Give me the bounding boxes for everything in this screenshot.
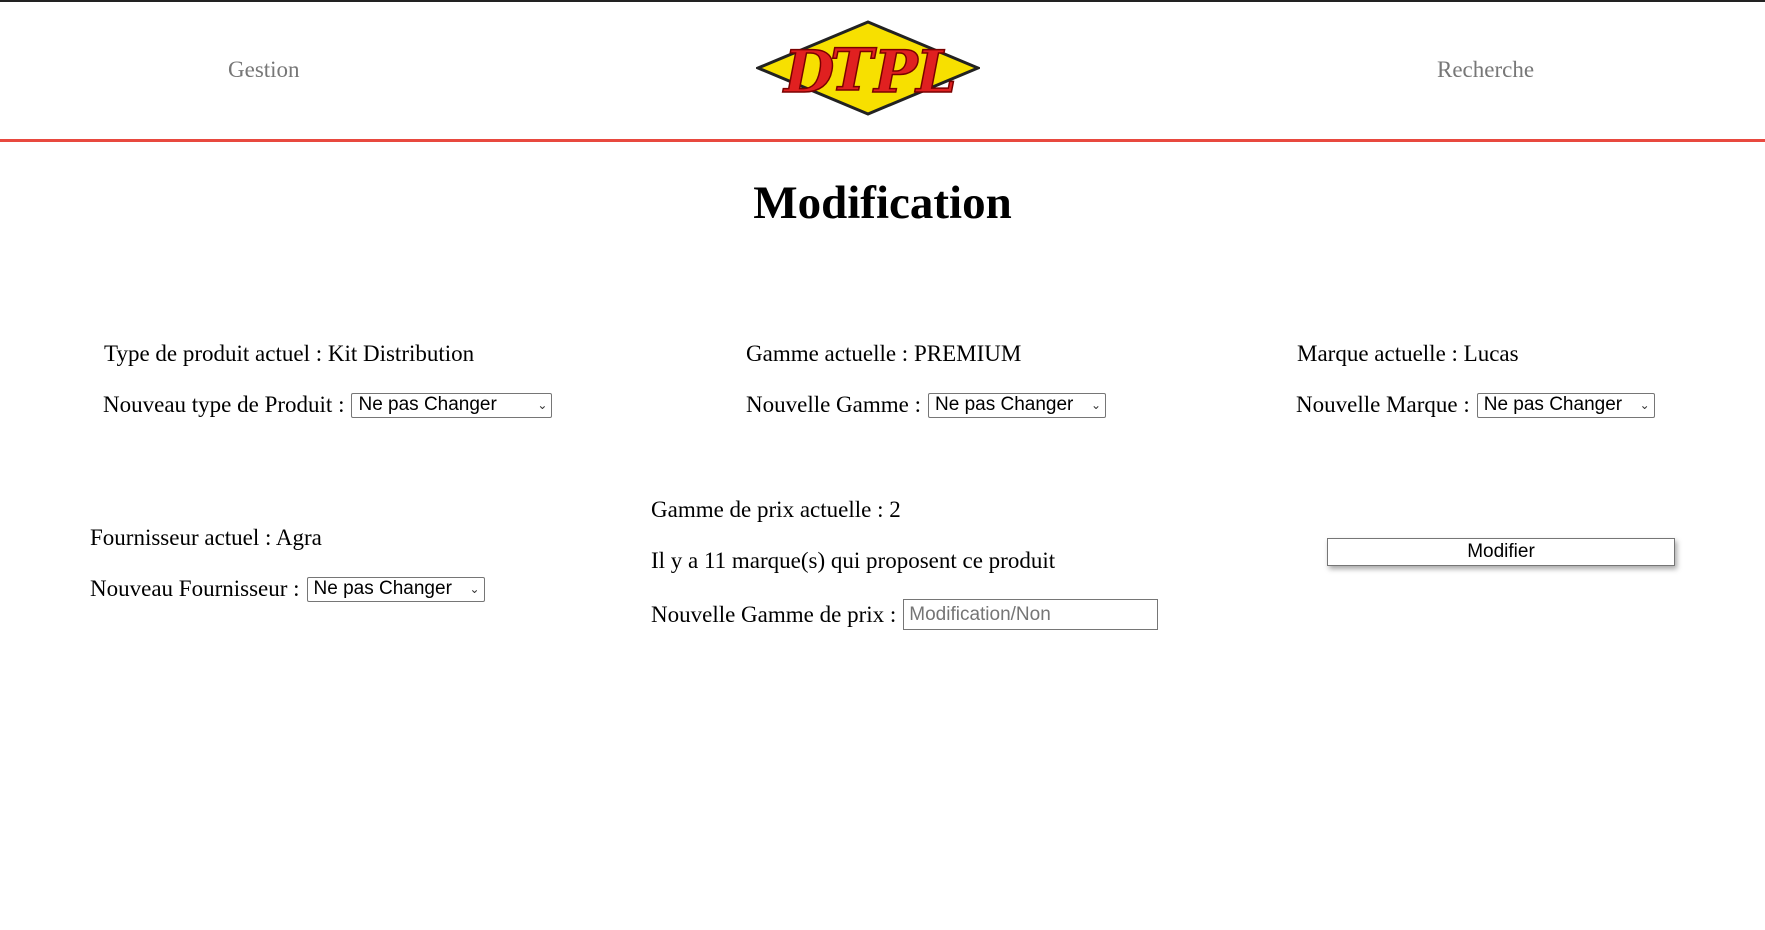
header: Gestion D T P L Recherche bbox=[0, 2, 1765, 142]
svg-text:L: L bbox=[914, 38, 957, 106]
gamme-select-value: Ne pas Changer bbox=[935, 394, 1074, 415]
fournisseur-select[interactable]: Ne pas Changer ⌄ bbox=[306, 576, 485, 602]
price-range-field: Nouvelle Gamme de prix : bbox=[651, 599, 1159, 630]
svg-text:T: T bbox=[830, 36, 877, 104]
chevron-down-icon: ⌄ bbox=[537, 398, 548, 412]
current-gamme: Gamme actuelle : PREMIUM bbox=[746, 341, 1022, 366]
gamme-select[interactable]: Ne pas Changer ⌄ bbox=[928, 392, 1107, 418]
product-type-select[interactable]: Ne pas Changer ⌄ bbox=[351, 392, 553, 418]
current-price-range: Gamme de prix actuelle : 2 bbox=[651, 497, 901, 522]
marque-select[interactable]: Ne pas Changer ⌄ bbox=[1476, 392, 1655, 418]
chevron-down-icon: ⌄ bbox=[469, 582, 480, 596]
gamme-field: Nouvelle Gamme : Ne pas Changer ⌄ bbox=[746, 392, 1107, 418]
price-range-input[interactable] bbox=[903, 599, 1159, 630]
current-fournisseur: Fournisseur actuel : Agra bbox=[90, 525, 322, 550]
modifier-button[interactable]: Modifier bbox=[1327, 538, 1675, 566]
fournisseur-label: Nouveau Fournisseur : bbox=[90, 576, 300, 601]
current-product-type: Type de produit actuel : Kit Distributio… bbox=[104, 341, 475, 366]
chevron-down-icon: ⌄ bbox=[1090, 398, 1102, 412]
marque-field: Nouvelle Marque : Ne pas Changer ⌄ bbox=[1296, 392, 1655, 418]
dtpl-logo[interactable]: D T P L bbox=[756, 20, 980, 117]
nav-link-recherche[interactable]: Recherche bbox=[1437, 57, 1534, 83]
nav-link-gestion[interactable]: Gestion bbox=[228, 57, 300, 83]
product-type-select-value: Ne pas Changer bbox=[358, 394, 497, 415]
gamme-label: Nouvelle Gamme : bbox=[746, 392, 922, 417]
fournisseur-field: Nouveau Fournisseur : Ne pas Changer ⌄ bbox=[90, 576, 485, 602]
marque-select-value: Ne pas Changer bbox=[1483, 394, 1623, 415]
svg-text:D: D bbox=[782, 38, 834, 106]
price-range-label: Nouvelle Gamme de prix : bbox=[651, 601, 897, 627]
marque-label: Nouvelle Marque : bbox=[1296, 392, 1470, 417]
chevron-down-icon: ⌄ bbox=[1639, 398, 1650, 412]
product-type-field: Nouveau type de Produit : Ne pas Changer… bbox=[103, 392, 553, 418]
product-type-label: Nouveau type de Produit : bbox=[103, 392, 345, 417]
svg-text:P: P bbox=[872, 38, 919, 106]
fournisseur-select-value: Ne pas Changer bbox=[313, 578, 452, 599]
brands-count-info: Il y a 11 marque(s) qui proposent ce pro… bbox=[651, 548, 1056, 573]
current-marque: Marque actuelle : Lucas bbox=[1297, 341, 1519, 366]
page-title: Modification bbox=[753, 177, 1012, 229]
